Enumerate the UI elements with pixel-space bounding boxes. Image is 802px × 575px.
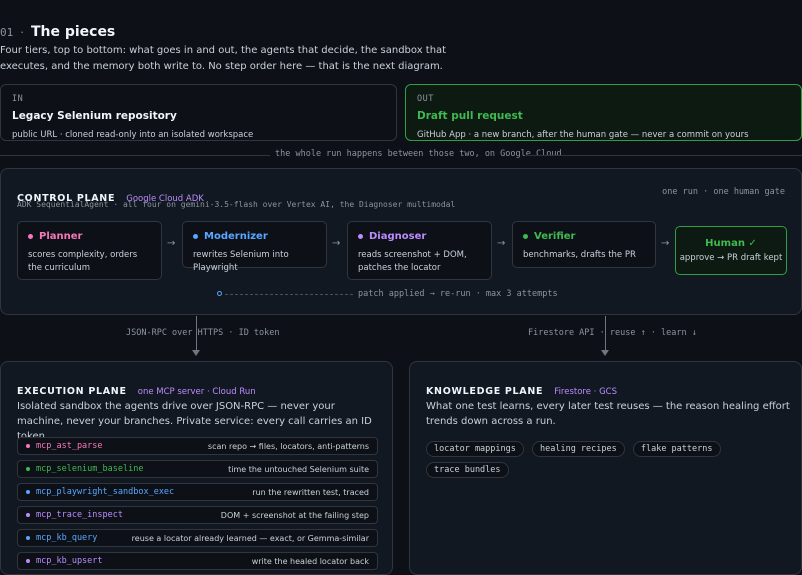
agent-modernizer-title: Modernizer [193, 231, 316, 242]
tool-row: mcp_trace_inspect DOM + screenshot at th… [17, 506, 378, 524]
human-gate: Human ✓ approve → PR draft kept [675, 226, 787, 275]
output-subtitle: GitHub App · a new branch, after the hum… [417, 130, 749, 140]
control-plane-subtitle: ADK SequentialAgent · all four on gemini… [17, 200, 456, 209]
divider-line-left [0, 155, 270, 156]
chip-healing-recipes: healing recipes [531, 441, 625, 457]
agent-verifier-dot [523, 233, 528, 239]
knowledge-chips: locator mappings healing recipes flake p… [426, 436, 796, 478]
knowledge-plane-title: KNOWLEDGE PLANE [426, 386, 544, 397]
loop-line [225, 294, 353, 295]
connector-right-line [605, 316, 606, 351]
knowledge-plane-lead: What one test learns, every later test r… [426, 401, 790, 427]
input-title: Legacy Selenium repository [12, 110, 177, 122]
tool-desc: time the untouched Selenium suite [228, 464, 369, 474]
arrow-icon: → [167, 238, 176, 249]
connector-right-label: Firestore API · reuse ↑ · learn ↓ [528, 328, 697, 338]
tool-row: mcp_ast_parse scan repo → files, locator… [17, 437, 378, 455]
tool-desc: write the healed locator back [251, 556, 369, 566]
section-lead: Four tiers, top to bottom: what goes in … [0, 45, 447, 72]
agent-planner-title: Planner [28, 231, 151, 242]
tool-name: mcp_kb_upsert [36, 556, 103, 566]
agent-modernizer-name: Modernizer [204, 231, 268, 242]
tool-desc: scan repo → files, locators, anti-patter… [207, 441, 369, 451]
execution-plane-tag: one MCP server · Cloud Run [137, 387, 256, 397]
agent-verifier-name: Verifier [534, 231, 576, 242]
tool-list: mcp_ast_parse scan repo → files, locator… [17, 437, 378, 570]
control-plane-note: one run · one human gate [662, 187, 785, 197]
tool-dot [26, 535, 30, 540]
connector-right-arrowhead [601, 350, 609, 356]
execution-plane-heading: EXECUTION PLANE one MCP server · Cloud R… [17, 379, 256, 398]
execution-plane-title: EXECUTION PLANE [17, 386, 127, 397]
input-tag: IN [12, 94, 24, 104]
agent-modernizer-desc: rewrites Selenium into Playwright [193, 250, 289, 273]
agent-planner-name: Planner [39, 231, 83, 242]
agent-verifier: Verifier benchmarks, drafts the PR [512, 221, 656, 268]
loop-start-icon [217, 291, 222, 296]
execution-plane: EXECUTION PLANE one MCP server · Cloud R… [0, 361, 393, 575]
tool-name: mcp_trace_inspect [36, 510, 123, 520]
human-gate-desc: approve → PR draft kept [679, 253, 783, 263]
connector-left-arrowhead [192, 350, 200, 356]
agent-diagnoser: Diagnoser reads screenshot + DOM, patche… [347, 221, 492, 280]
agent-diagnoser-title: Diagnoser [358, 231, 481, 242]
tool-dot [26, 489, 30, 494]
tool-desc: reuse a locator already learned — exact,… [131, 533, 369, 543]
connector-left-label: JSON-RPC over HTTPS · ID token [126, 328, 280, 338]
tool-dot [26, 466, 30, 471]
loop-text: patch applied → re-run · max 3 attempts [358, 289, 558, 299]
connector-left-line [196, 316, 197, 351]
knowledge-plane-heading: KNOWLEDGE PLANE Firestore · GCS [426, 379, 617, 398]
input-card: IN Legacy Selenium repository public URL… [0, 84, 397, 141]
tool-row: mcp_kb_query reuse a locator already lea… [17, 529, 378, 547]
control-plane: CONTROL PLANE Google Cloud ADK one run ·… [0, 168, 802, 315]
tool-dot [26, 558, 30, 563]
tool-dot [26, 443, 30, 448]
tool-row: mcp_playwright_sandbox_exec run the rewr… [17, 483, 378, 501]
chip-trace-bundles: trace bundles [426, 462, 509, 478]
input-subtitle: public URL · cloned read-only into an is… [12, 130, 254, 140]
knowledge-plane: KNOWLEDGE PLANE Firestore · GCS What one… [409, 361, 802, 575]
agent-modernizer: Modernizer rewrites Selenium into Playwr… [182, 221, 327, 273]
tool-name: mcp_kb_query [36, 533, 98, 543]
human-gate-title: Human ✓ [705, 238, 757, 249]
tool-name: mcp_ast_parse [36, 441, 103, 451]
chip-flake-patterns: flake patterns [632, 441, 721, 457]
agent-verifier-title: Verifier [523, 231, 645, 242]
section-header: 01 · The pieces [0, 21, 800, 40]
tool-name: mcp_selenium_baseline [36, 464, 144, 474]
agent-planner: Planner scores complexity, orders the cu… [17, 221, 162, 280]
output-title: Draft pull request [417, 110, 523, 122]
agent-planner-dot [28, 233, 33, 239]
output-tag: OUT [417, 94, 434, 104]
section-title: The pieces [30, 24, 116, 40]
tool-desc: DOM + screenshot at the failing step [220, 510, 369, 520]
knowledge-plane-tag: Firestore · GCS [554, 387, 617, 397]
tool-name: mcp_playwright_sandbox_exec [36, 487, 175, 497]
tool-desc: run the rewritten test, traced [252, 487, 369, 497]
agent-verifier-desc: benchmarks, drafts the PR [523, 250, 636, 260]
agent-planner-desc: scores complexity, orders the curriculum [28, 250, 138, 273]
tool-row: mcp_kb_upsert write the healed locator b… [17, 552, 378, 570]
chip-locator-mappings: locator mappings [426, 441, 524, 457]
agent-modernizer-dot [193, 233, 198, 239]
section-separator: · [20, 26, 24, 39]
tool-row: mcp_selenium_baseline time the untouched… [17, 460, 378, 478]
arrow-icon: → [661, 238, 670, 249]
arrow-icon: → [497, 238, 506, 249]
arrow-icon: → [332, 238, 341, 249]
divider-text: the whole run happens between those two,… [275, 149, 562, 159]
section-number: 01 [0, 26, 14, 39]
output-card: OUT Draft pull request GitHub App · a ne… [405, 84, 802, 141]
agent-diagnoser-name: Diagnoser [369, 231, 427, 242]
tool-dot [26, 512, 30, 517]
agent-diagnoser-dot [358, 233, 363, 239]
divider-line-right [526, 155, 802, 156]
agent-diagnoser-desc: reads screenshot + DOM, patches the loca… [358, 250, 467, 273]
